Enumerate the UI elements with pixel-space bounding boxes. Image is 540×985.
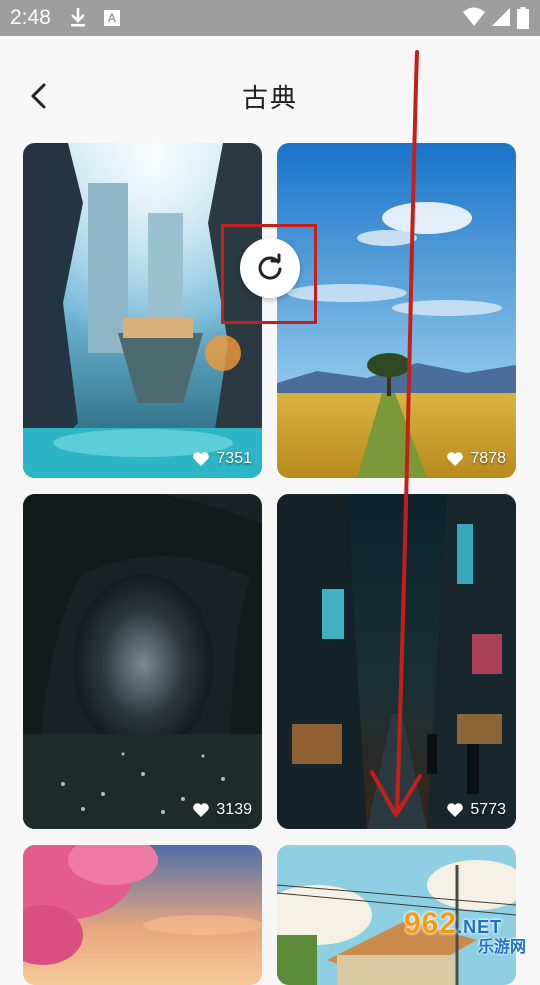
wallpaper-image — [23, 494, 262, 829]
watermark-main: 962 — [404, 907, 458, 940]
page-title: 古典 — [241, 83, 298, 113]
heart-icon — [193, 803, 210, 817]
wallpaper-card[interactable]: 3139 — [23, 494, 262, 829]
a-box-icon: A — [104, 10, 120, 26]
like-count: 7878 — [446, 450, 506, 468]
download-icon — [71, 8, 85, 27]
heart-icon — [447, 803, 464, 817]
wifi-icon — [463, 7, 485, 26]
like-count: 7351 — [192, 450, 252, 468]
annotation-highlight-box — [221, 224, 317, 324]
status-time: 2:48 — [10, 6, 51, 29]
top-app-bar: 古典 — [0, 36, 540, 146]
signal-icon — [492, 8, 510, 26]
watermark-sub: 乐游网 — [478, 939, 527, 956]
site-watermark: 962.NET 乐游网 — [398, 905, 538, 957]
wallpaper-card[interactable]: 5773 — [277, 494, 516, 829]
wallpaper-card[interactable] — [23, 845, 262, 985]
wallpaper-image — [23, 845, 262, 985]
heart-icon — [447, 452, 464, 466]
like-count-value: 7351 — [216, 450, 252, 467]
like-count-value: 5773 — [470, 801, 506, 818]
status-bar: 2:48 A — [0, 0, 540, 36]
like-count: 3139 — [192, 801, 252, 819]
like-count: 5773 — [446, 801, 506, 819]
heart-icon — [193, 452, 210, 466]
like-count-value: 3139 — [216, 801, 252, 818]
battery-icon — [517, 7, 529, 29]
like-count-value: 7878 — [470, 450, 506, 467]
wallpaper-image — [277, 494, 516, 829]
